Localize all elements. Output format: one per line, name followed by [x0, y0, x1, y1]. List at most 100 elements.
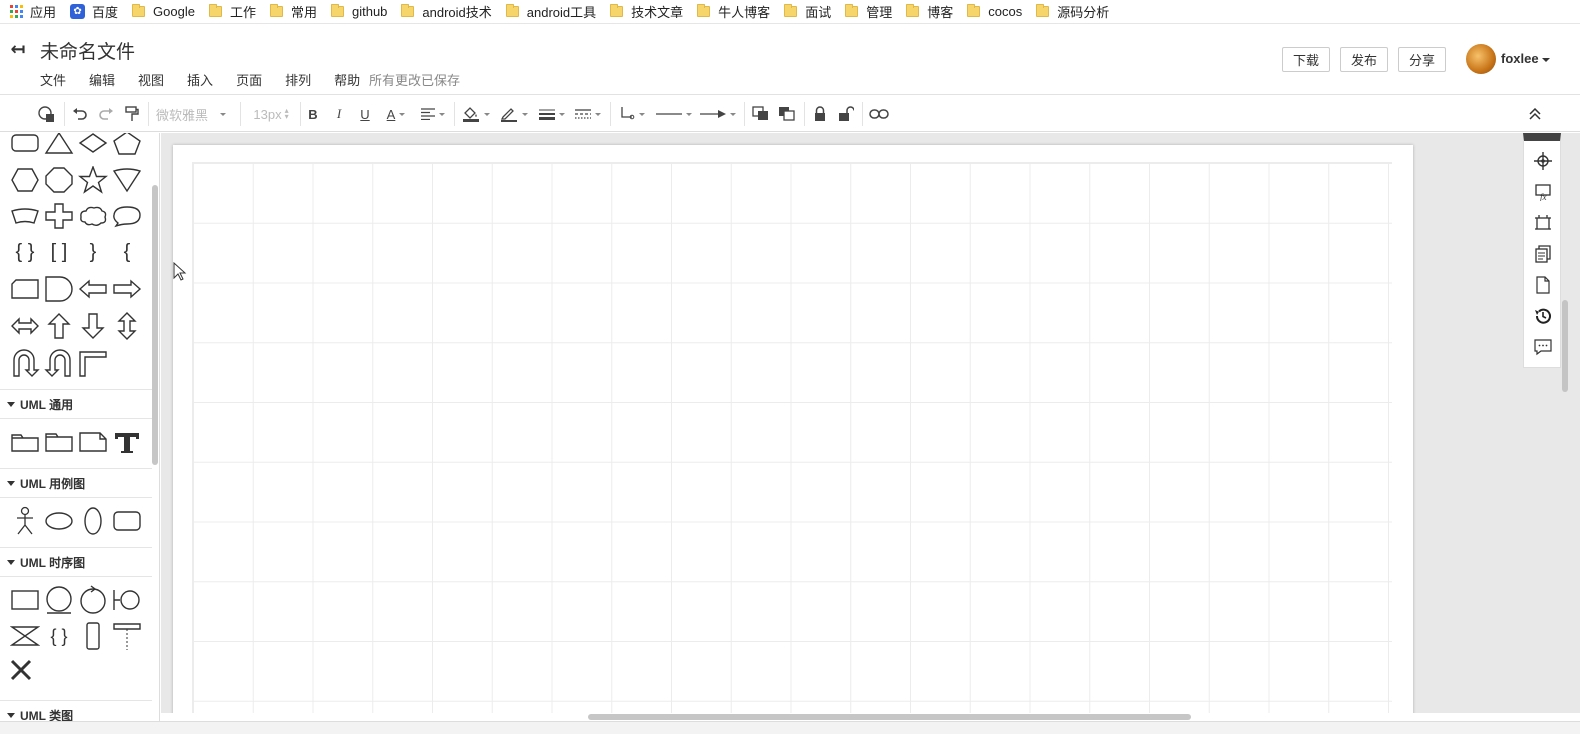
star-shape[interactable]	[76, 164, 110, 196]
canvas-vertical-scrollbar[interactable]	[1562, 300, 1568, 392]
delay-shape[interactable]	[42, 273, 76, 305]
octagon-shape[interactable]	[42, 164, 76, 196]
bookmark-baidu[interactable]: ✿ 百度	[70, 2, 118, 21]
destruction-hourglass-shape[interactable]	[8, 620, 42, 652]
menu-edit[interactable]: 编辑	[89, 70, 115, 89]
actor-shape[interactable]	[8, 505, 42, 537]
left-arrow-shape[interactable]	[76, 273, 110, 305]
trapezoid-card-shape[interactable]	[8, 200, 42, 232]
link-icon[interactable]	[868, 104, 890, 124]
bold-button[interactable]: B	[306, 104, 320, 124]
package-shape[interactable]	[8, 426, 42, 458]
lock-icon[interactable]	[810, 104, 830, 124]
arrow-style-button[interactable]	[698, 104, 738, 124]
category-uml-sequence[interactable]: UML 时序图	[0, 547, 152, 577]
menu-arrange[interactable]: 排列	[285, 70, 311, 89]
unlock-icon[interactable]	[836, 104, 856, 124]
collapse-toolbar-icon[interactable]	[1525, 104, 1545, 124]
fill-color-button[interactable]	[460, 104, 492, 124]
text-shape[interactable]	[110, 426, 144, 458]
font-size-stepper[interactable]: 13px ▴ ▾	[248, 104, 294, 124]
share-button[interactable]: 分享	[1398, 47, 1446, 72]
bring-to-front-icon[interactable]	[750, 104, 772, 124]
diamond-shape[interactable]	[76, 133, 110, 159]
bookmark-android-tech[interactable]: android技术	[401, 2, 492, 21]
menu-insert[interactable]: 插入	[187, 70, 213, 89]
bookmark-common[interactable]: 常用	[269, 2, 317, 21]
brackets-shape[interactable]: [ ]	[42, 236, 76, 268]
lifeline-shape[interactable]	[110, 620, 144, 652]
line-color-button[interactable]	[498, 104, 530, 124]
back-arrow-icon[interactable]: ↤	[8, 39, 28, 59]
hexagon-shape[interactable]	[8, 164, 42, 196]
line-width-button[interactable]	[536, 104, 568, 124]
object-shape[interactable]	[8, 584, 42, 616]
entity-shape[interactable]	[42, 584, 76, 616]
bookmark-apps[interactable]: 应用	[10, 2, 56, 21]
cross-shape[interactable]	[42, 200, 76, 232]
line-pattern-button[interactable]	[654, 104, 694, 124]
bookmark-tech-articles[interactable]: 技术文章	[610, 2, 683, 21]
canvas-area[interactable]	[161, 133, 1523, 713]
pentagon-shape[interactable]	[110, 133, 144, 159]
style-shape-icon[interactable]	[36, 104, 58, 124]
bookmark-interview[interactable]: 面试	[784, 2, 831, 21]
note-shape[interactable]	[76, 426, 110, 458]
u-turn-arrow-shape[interactable]	[8, 347, 42, 379]
control-shape[interactable]	[76, 584, 110, 616]
rounded-rectangle-shape[interactable]	[8, 133, 42, 159]
font-family-select[interactable]: 微软雅黑	[156, 104, 236, 124]
italic-button[interactable]: I	[332, 104, 346, 124]
left-brace-shape[interactable]: {	[110, 236, 144, 268]
braces-shape[interactable]: { }	[8, 236, 42, 268]
underline-button[interactable]: U	[358, 104, 372, 124]
rounded-box-shape[interactable]	[110, 505, 144, 537]
undo-icon[interactable]	[70, 104, 90, 124]
bookmark-work[interactable]: 工作	[208, 2, 256, 21]
bookmark-blog[interactable]: 博客	[906, 2, 953, 21]
ellipse-callout-shape[interactable]	[110, 200, 144, 232]
activation-bar-shape[interactable]	[76, 620, 110, 652]
up-arrow-shape[interactable]	[42, 310, 76, 342]
bookmark-github[interactable]: github	[330, 4, 387, 19]
menu-page[interactable]: 页面	[236, 70, 262, 89]
inverted-triangle-shape[interactable]	[110, 164, 144, 196]
publish-button[interactable]: 发布	[1340, 47, 1388, 72]
history-icon[interactable]	[1533, 306, 1553, 326]
menu-view[interactable]: 视图	[138, 70, 164, 89]
sidebar-scrollbar[interactable]	[152, 185, 158, 465]
bookmark-google[interactable]: Google	[132, 4, 195, 19]
bookmark-expert-blogs[interactable]: 牛人博客	[697, 2, 770, 21]
triangle-shape[interactable]	[42, 133, 76, 159]
corner-shape[interactable]	[76, 347, 110, 379]
diagram-page[interactable]	[173, 145, 1413, 713]
fragment-braces-shape[interactable]: { }	[42, 620, 76, 652]
bookmark-android-tools[interactable]: android工具	[505, 2, 596, 21]
line-style-button[interactable]	[572, 104, 604, 124]
vertical-ellipse-shape[interactable]	[76, 505, 110, 537]
bookmark-cocos[interactable]: cocos	[967, 4, 1022, 19]
category-uml-general[interactable]: UML 通用	[0, 389, 152, 419]
card-shape[interactable]	[8, 273, 42, 305]
redo-icon[interactable]	[96, 104, 116, 124]
menu-file[interactable]: 文件	[40, 70, 66, 89]
page-setup-icon[interactable]	[1533, 213, 1553, 233]
folder-tab-shape[interactable]	[42, 426, 76, 458]
format-painter-icon[interactable]	[122, 104, 142, 124]
blank-page-icon[interactable]	[1533, 275, 1553, 295]
bookmark-source-analysis[interactable]: 源码分析	[1036, 2, 1109, 21]
font-color-button[interactable]: A	[382, 104, 410, 124]
text-align-button[interactable]	[418, 104, 448, 124]
comment-icon[interactable]	[1533, 337, 1553, 357]
user-menu[interactable]: foxlee	[1501, 51, 1550, 66]
boundary-shape[interactable]	[110, 584, 144, 616]
cloud-shape[interactable]	[76, 200, 110, 232]
avatar[interactable]	[1466, 44, 1496, 74]
navigator-icon[interactable]	[1533, 151, 1553, 171]
use-case-ellipse-shape[interactable]	[42, 505, 76, 537]
document-title[interactable]: 未命名文件	[40, 37, 135, 64]
destroy-x-shape[interactable]	[8, 654, 34, 686]
u-turn-arrow-alt-shape[interactable]	[42, 347, 76, 379]
canvas-horizontal-scrollbar[interactable]	[588, 714, 1191, 720]
category-uml-usecase[interactable]: UML 用例图	[0, 468, 152, 498]
